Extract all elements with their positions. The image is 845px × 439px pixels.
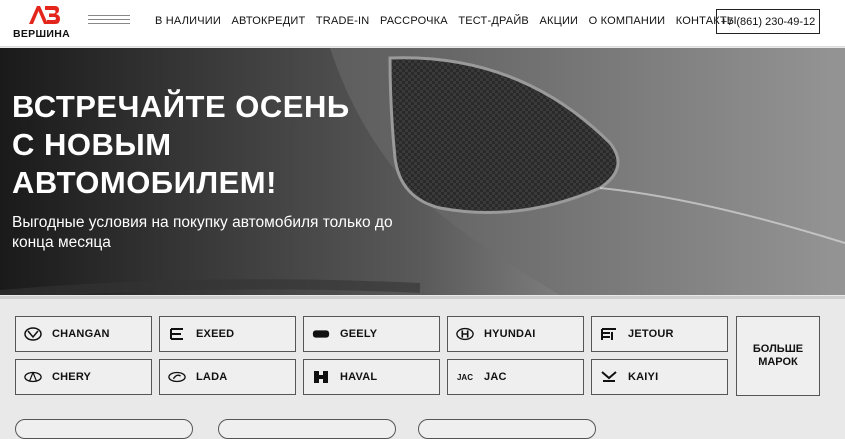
brand-button-lada[interactable]: LADA [159, 359, 296, 395]
brand-section: CHANGAN EXEED GEELY HYUNDAI JETOUR CHERY [0, 296, 845, 439]
brand-label: GEELY [340, 328, 378, 340]
nav-item-promotions[interactable]: АКЦИИ [539, 15, 578, 27]
nav-item-in-stock[interactable]: В НАЛИЧИИ [155, 15, 221, 27]
nav-item-autocredit[interactable]: АВТОКРЕДИТ [232, 15, 306, 27]
brand-button-jetour[interactable]: JETOUR [591, 316, 728, 352]
brand-label: JAC [484, 371, 507, 383]
brand-label: KAIYI [628, 371, 659, 383]
brand-button-chery[interactable]: CHERY [15, 359, 152, 395]
brand-label: CHANGAN [52, 328, 110, 340]
hero-title: ВСТРЕЧАЙТЕ ОСЕНЬ С НОВЫМ АВТОМОБИЛЕМ! [12, 89, 350, 200]
kaiyi-icon [600, 370, 618, 384]
hero-subtitle: Выгодные условия на покупку автомобиля т… [12, 214, 393, 251]
nav-item-test-drive[interactable]: ТЕСТ-ДРАЙВ [458, 15, 529, 27]
jac-icon: JAC [456, 372, 473, 382]
brand-label: HYUNDAI [484, 328, 536, 340]
main-nav: В НАЛИЧИИ АВТОКРЕДИТ TRADE-IN РАССРОЧКА … [155, 15, 747, 27]
logo[interactable]: ВЕРШИНА [13, 4, 75, 40]
lada-icon [168, 370, 186, 384]
brand-label: CHERY [52, 371, 92, 383]
brand-button-changan[interactable]: CHANGAN [15, 316, 152, 352]
phone-button[interactable]: +7 (861) 230-49-12 [716, 9, 820, 34]
brand-button-geely[interactable]: GEELY [303, 316, 440, 352]
nav-item-about[interactable]: О КОМПАНИИ [589, 15, 666, 27]
brand-button-hyundai[interactable]: HYUNDAI [447, 316, 584, 352]
brand-button-exeed[interactable]: EXEED [159, 316, 296, 352]
brand-label: LADA [196, 371, 228, 383]
filter-pill[interactable] [418, 419, 596, 439]
exeed-icon [168, 327, 186, 341]
logo-mark-icon [29, 6, 60, 24]
brand-label: HAVAL [340, 371, 378, 383]
chery-icon [24, 370, 42, 384]
filter-pill[interactable] [218, 419, 396, 439]
changan-icon [24, 327, 42, 341]
haval-icon [312, 370, 330, 384]
hero-banner: ВСТРЕЧАЙТЕ ОСЕНЬ С НОВЫМ АВТОМОБИЛЕМ! Вы… [0, 48, 845, 295]
nav-item-trade-in[interactable]: TRADE-IN [316, 15, 370, 27]
nav-item-installment[interactable]: РАССРОЧКА [380, 15, 448, 27]
menu-burger-icon[interactable] [88, 15, 130, 27]
more-brands-button[interactable]: БОЛЬШЕ МАРОК [736, 316, 820, 396]
geely-icon [312, 327, 330, 341]
brand-button-kaiyi[interactable]: KAIYI [591, 359, 728, 395]
site-header: ВЕРШИНА В НАЛИЧИИ АВТОКРЕДИТ TRADE-IN РА… [0, 0, 845, 47]
jetour-icon [600, 327, 618, 341]
brand-label: JETOUR [628, 328, 674, 340]
filter-pill[interactable] [15, 419, 193, 439]
logo-text: ВЕРШИНА [13, 28, 70, 40]
hyundai-icon [456, 327, 474, 341]
brand-button-jac[interactable]: JAC JAC [447, 359, 584, 395]
brand-label: EXEED [196, 328, 235, 340]
brand-button-haval[interactable]: HAVAL [303, 359, 440, 395]
